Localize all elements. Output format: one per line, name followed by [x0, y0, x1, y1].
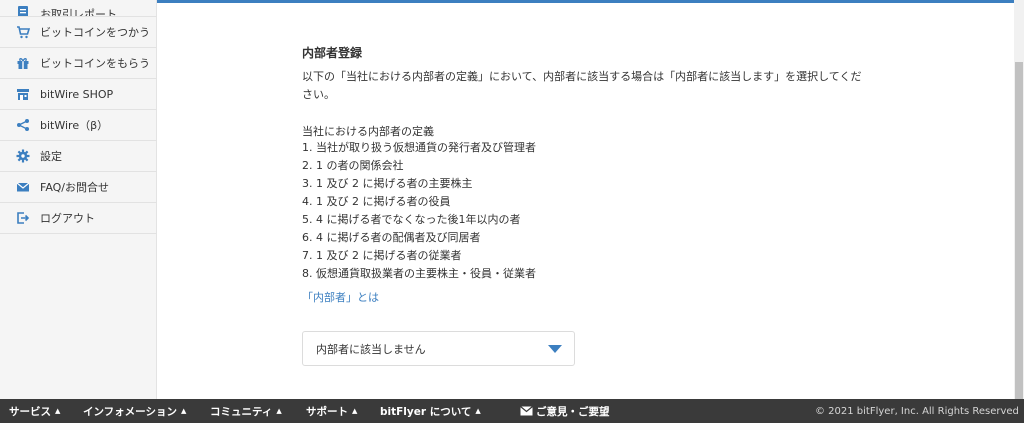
sidebar-item-label: お取引レポート — [40, 8, 117, 17]
footer-nav-service[interactable]: サービス ▲ — [9, 399, 60, 423]
scrollbar-thumb[interactable] — [1015, 62, 1023, 399]
sidebar-item-label: FAQ/お問合せ — [40, 181, 110, 194]
sidebar-item-bitwire-beta[interactable]: bitWire（β） — [0, 110, 157, 141]
insider-status-value: 内部者に該当しません — [316, 342, 426, 356]
sidebar-item-label: bitWire（β） — [40, 119, 109, 132]
sidebar-item-faq[interactable]: FAQ/お問合せ — [0, 172, 157, 203]
sidebar-item-logout[interactable]: ログアウト — [0, 203, 157, 234]
definition-item: 5. 4 に掲げる者でなくなった後1年以内の者 — [302, 213, 521, 226]
footer-nav-label: サービス — [9, 405, 51, 418]
sidebar: お取引レポート ビットコインをつかう ビットコインをもらう bitWire SH… — [0, 0, 157, 399]
sidebar-item-label: ログアウト — [40, 212, 95, 225]
shop-icon — [15, 86, 31, 102]
footer-nav-label: サポート — [306, 405, 348, 418]
footer-nav-community[interactable]: コミュニティ ▲ — [210, 399, 282, 423]
sidebar-item-use-bitcoin[interactable]: ビットコインをつかう — [0, 17, 157, 48]
caret-up-icon: ▲ — [180, 407, 187, 415]
definition-title: 当社における内部者の定義 — [302, 125, 434, 138]
cart-icon — [15, 24, 31, 40]
insider-info-link[interactable]: 「内部者」とは — [302, 289, 379, 305]
footer-nav-about[interactable]: bitFlyer について ▲ — [380, 399, 481, 423]
caret-down-icon — [548, 344, 562, 353]
gift-icon — [15, 55, 31, 71]
definition-item: 8. 仮想通貨取扱業者の主要株主・役員・従業者 — [302, 267, 536, 280]
footer-nav-support[interactable]: サポート ▲ — [306, 399, 357, 423]
mail-icon — [520, 406, 533, 416]
definition-item: 1. 当社が取り扱う仮想通貨の発行者及び管理者 — [302, 141, 536, 154]
page-title: 内部者登録 — [302, 46, 363, 60]
sidebar-item-report[interactable]: お取引レポート — [0, 0, 157, 17]
feedback-label: ご意見・ご要望 — [536, 405, 610, 418]
sidebar-item-label: ビットコインをもらう — [40, 57, 150, 70]
definition-item: 6. 4 に掲げる者の配偶者及び同居者 — [302, 231, 481, 244]
footer-nav-label: インフォメーション — [83, 405, 177, 418]
sidebar-item-label: 設定 — [40, 150, 62, 163]
copyright-text: © 2021 bitFlyer, Inc. All Rights Reserve… — [815, 405, 1019, 417]
sidebar-item-get-bitcoin[interactable]: ビットコインをもらう — [0, 48, 157, 79]
definition-item: 7. 1 及び 2 に掲げる者の従業者 — [302, 249, 462, 262]
sidebar-item-bitwire-shop[interactable]: bitWire SHOP — [0, 79, 157, 110]
footer-nav-label: コミュニティ — [210, 405, 273, 418]
definition-list: 1. 当社が取り扱う仮想通貨の発行者及び管理者 2. 1 の者の関係会社 3. … — [302, 139, 536, 283]
caret-up-icon: ▲ — [475, 407, 481, 415]
report-icon — [15, 4, 31, 16]
footer-nav-label: bitFlyer について — [380, 405, 472, 418]
caret-up-icon: ▲ — [55, 407, 61, 415]
logout-icon — [15, 210, 31, 226]
definition-item: 2. 1 の者の関係会社 — [302, 159, 404, 172]
definition-item: 3. 1 及び 2 に掲げる者の主要株主 — [302, 177, 473, 190]
sidebar-item-settings[interactable]: 設定 — [0, 141, 157, 172]
caret-up-icon: ▲ — [276, 407, 282, 415]
mail-icon — [15, 179, 31, 195]
caret-up-icon: ▲ — [352, 407, 358, 415]
gear-icon — [15, 148, 31, 164]
sidebar-item-label: ビットコインをつかう — [40, 26, 150, 39]
definition-item: 4. 1 及び 2 に掲げる者の役員 — [302, 195, 451, 208]
sidebar-item-label: bitWire SHOP — [40, 87, 114, 101]
description-text: 以下の「当社における内部者の定義」において、内部者に該当する場合は「内部者に該当… — [302, 70, 862, 101]
share-icon — [15, 117, 31, 133]
insider-status-select[interactable]: 内部者に該当しません — [302, 331, 575, 366]
main-content — [158, 3, 1014, 399]
feedback-link[interactable]: ご意見・ご要望 — [520, 399, 610, 423]
footer-nav-information[interactable]: インフォメーション ▲ — [83, 399, 186, 423]
footer: サービス ▲ インフォメーション ▲ コミュニティ ▲ サポート ▲ bitFlyer … — [0, 399, 1024, 423]
